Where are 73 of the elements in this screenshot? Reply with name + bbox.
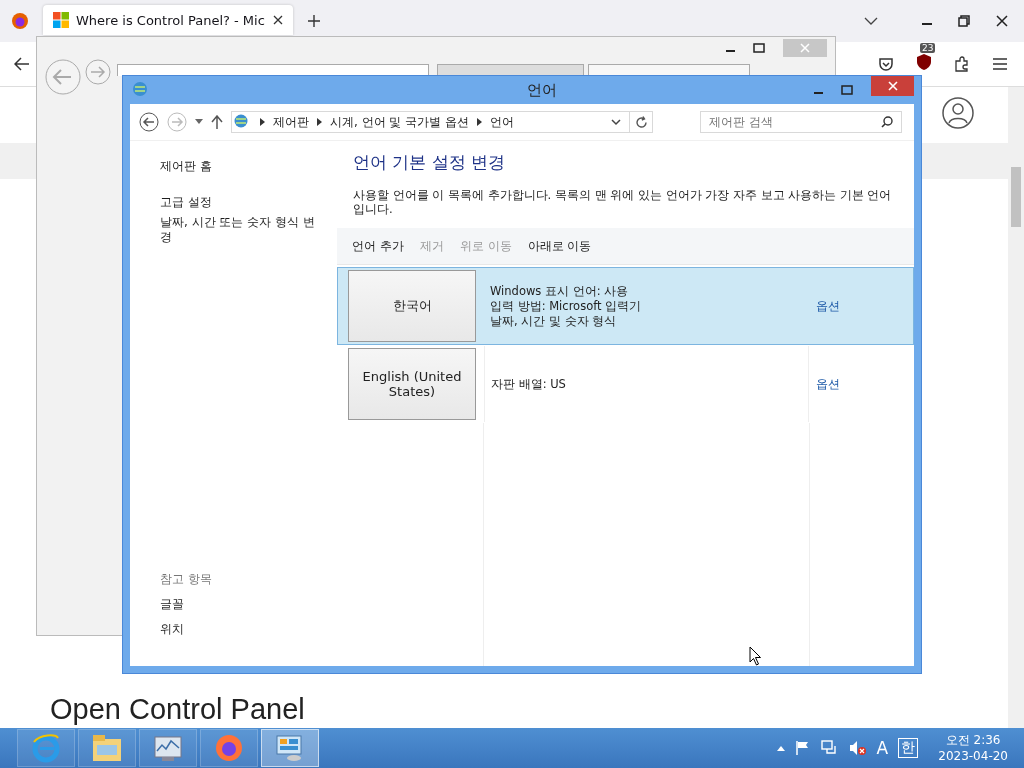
options-link[interactable]: 옵션 xyxy=(816,375,840,393)
search-icon xyxy=(881,116,893,128)
flag-icon[interactable] xyxy=(794,740,811,756)
input-language-indicator[interactable]: 한 xyxy=(898,738,919,758)
options-link[interactable]: 옵션 xyxy=(816,297,840,315)
muted-speaker-icon[interactable] xyxy=(848,740,867,756)
language-row[interactable]: 한국어 Windows 표시 언어: 사용 입력 방법: Microsoft 입력기 날짜, 시간 및 숫자 형식 옵션 xyxy=(337,267,914,345)
language-detail: Windows 표시 언어: 사용 xyxy=(490,283,630,299)
chevron-up-icon[interactable] xyxy=(776,745,785,751)
see-also-heading: 참고 항목 xyxy=(160,571,213,588)
back-icon[interactable] xyxy=(139,112,159,132)
toolbar-button[interactable]: 언어 추가 xyxy=(349,235,407,257)
browser-tab[interactable] xyxy=(588,64,750,76)
taskbar-button[interactable] xyxy=(139,729,197,767)
see-also-link[interactable]: 위치 xyxy=(160,621,337,638)
search-field[interactable]: 제어판 검색 xyxy=(700,111,902,133)
network-icon[interactable] xyxy=(820,740,839,756)
restore-icon[interactable] xyxy=(958,15,970,27)
language-button[interactable]: 한국어 xyxy=(348,270,476,342)
maximize-icon[interactable] xyxy=(841,85,853,95)
chevron-right-icon[interactable] xyxy=(317,118,322,126)
breadcrumb-item[interactable]: 언어 xyxy=(490,113,515,131)
page-heading: 언어 기본 설정 변경 xyxy=(353,151,507,174)
clock-time[interactable]: 오전 2:36 xyxy=(945,732,1001,748)
sidebar-link[interactable]: 날짜, 시간 또는 숫자 형식 변경 xyxy=(160,215,325,245)
dropdown-icon[interactable] xyxy=(195,119,203,125)
close-icon[interactable] xyxy=(996,15,1008,27)
browser-tab[interactable] xyxy=(437,64,584,76)
windows-logo-icon xyxy=(53,12,69,28)
monitor-icon xyxy=(152,733,184,763)
toolbar-button[interactable]: 아래로 이동 xyxy=(524,235,595,257)
chevron-down-icon[interactable] xyxy=(864,16,878,26)
address-bar[interactable]: 제어판 시계, 언어 및 국가별 옵션 언어 xyxy=(231,111,653,133)
close-icon xyxy=(800,43,810,53)
back-icon[interactable] xyxy=(14,57,30,71)
scrollbar[interactable] xyxy=(1008,87,1024,728)
close-icon[interactable] xyxy=(273,15,283,25)
puzzle-icon[interactable] xyxy=(954,56,970,72)
page-heading: Open Control Panel xyxy=(50,693,305,726)
see-also-link[interactable]: 글꼴 xyxy=(160,596,337,613)
language-button[interactable]: English (United States) xyxy=(348,348,476,420)
browser-icon xyxy=(30,732,62,764)
sidebar-link[interactable]: 고급 설정 xyxy=(160,195,325,210)
description-text: 사용할 언어를 이 목록에 추가합니다. 목록의 맨 위에 있는 언어가 가장 자주 보고 사용하는 기본 언어입니다. xyxy=(353,188,893,216)
language-detail: 날짜, 시간 및 숫자 형식 xyxy=(490,313,618,329)
folder-icon xyxy=(91,733,123,763)
extension-badge: 23 xyxy=(920,43,936,53)
breadcrumb-item[interactable]: 시계, 언어 및 국가별 옵션 xyxy=(330,113,470,131)
chevron-right-icon[interactable] xyxy=(477,118,483,126)
chevron-down-icon[interactable] xyxy=(611,118,621,126)
refresh-icon xyxy=(634,115,648,129)
close-icon xyxy=(887,81,898,91)
language-icon xyxy=(132,81,150,99)
breadcrumb-item[interactable]: 제어판 xyxy=(273,113,309,131)
taskbar-button[interactable] xyxy=(261,729,319,767)
taskbar-button[interactable] xyxy=(78,729,136,767)
language-detail: 입력 방법: Microsoft 입력기 xyxy=(490,298,643,314)
pocket-icon[interactable] xyxy=(878,56,894,72)
language-detail: 자판 배열: US xyxy=(491,376,567,392)
menu-icon[interactable] xyxy=(992,57,1008,71)
language-row[interactable]: English (United States) 자판 배열: US 옵션 xyxy=(337,345,914,423)
clock-date[interactable]: 2023-04-20 xyxy=(938,748,1008,764)
account-icon[interactable] xyxy=(942,97,974,129)
sidebar-link[interactable]: 제어판 홈 xyxy=(160,159,325,174)
window-title: 언어 xyxy=(526,80,557,100)
browser-tab[interactable]: Where is Control Panel? - Mic xyxy=(43,5,293,35)
maximize-icon[interactable] xyxy=(753,43,765,53)
address-field[interactable] xyxy=(117,64,429,76)
new-tab-icon[interactable] xyxy=(307,14,321,28)
shield-icon[interactable] xyxy=(916,53,932,71)
up-arrow-icon[interactable] xyxy=(211,115,223,129)
input-mode-indicator[interactable]: A xyxy=(876,738,889,758)
chevron-right-icon[interactable] xyxy=(260,118,265,126)
